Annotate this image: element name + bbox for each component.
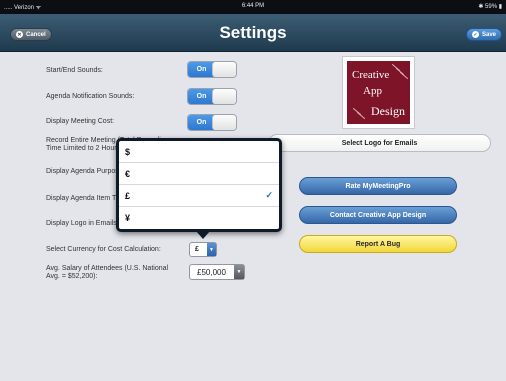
start-end-sounds-label: Start/End Sounds:: [46, 67, 103, 74]
logo-text-line1: Creative: [352, 69, 390, 81]
status-bar: ..... Verizon ᯤ 6:44 PM ✱ 59% ▮: [0, 0, 506, 14]
currency-label: Select Currency for Cost Calculation:: [46, 246, 161, 253]
report-bug-button[interactable]: Report A Bug: [299, 235, 457, 253]
currency-popover: $ € £ ✓ ¥: [116, 138, 282, 232]
currency-option-pound[interactable]: £ ✓: [119, 185, 279, 207]
agenda-notification-sounds-toggle[interactable]: On: [187, 88, 237, 105]
currency-option-label: €: [125, 168, 131, 179]
logo-stripe: [356, 111, 366, 120]
toggle-on-label: On: [188, 115, 215, 130]
salary-label-line1: Avg. Salary of Attendees (U.S. National: [46, 265, 169, 272]
contact-button[interactable]: Contact Creative App Design: [299, 206, 457, 224]
display-logo-email-label: Display Logo in Emails:: [46, 220, 119, 227]
currency-option-euro[interactable]: €: [119, 163, 279, 185]
toggle-knob: [212, 115, 236, 130]
toggle-on-label: On: [188, 89, 215, 104]
agenda-notification-sounds-label: Agenda Notification Sounds:: [46, 93, 135, 100]
company-logo: Creative App Design: [342, 56, 415, 129]
popover-arrow: [196, 231, 210, 239]
salary-label-line2: Avg. = $52,200):: [46, 273, 98, 280]
battery-label: ✱ 59% ▮: [478, 4, 502, 10]
logo-mark: Creative App Design: [347, 61, 410, 124]
logo-text-line3: Design: [371, 104, 405, 118]
currency-option-dollar[interactable]: $: [119, 141, 279, 163]
checkmark-icon: ✓: [471, 31, 479, 38]
currency-option-label: ¥: [125, 213, 131, 223]
currency-option-label: $: [125, 146, 131, 157]
page-title: Settings: [219, 23, 287, 42]
save-button-label: Save: [481, 31, 496, 38]
salary-select[interactable]: £50,000 ▼: [189, 264, 245, 280]
currency-option-label: £: [125, 190, 131, 201]
currency-option-list: $ € £ ✓ ¥: [119, 141, 279, 229]
display-meeting-cost-label: Display Meeting Cost:: [46, 118, 115, 125]
toggle-knob: [212, 89, 236, 104]
logo-text-line2: App: [363, 85, 382, 97]
chevron-down-icon: ▼: [234, 265, 244, 279]
salary-label: Avg. Salary of Attendees (U.S. National …: [46, 265, 168, 281]
save-button[interactable]: ✓ Save: [465, 28, 502, 41]
checkmark-icon: ✓: [265, 190, 273, 200]
navigation-bar: ✕ Cancel Settings ✓ Save: [0, 14, 506, 52]
select-logo-button[interactable]: Select Logo for Emails: [268, 134, 491, 152]
logo-stripe: [399, 71, 409, 80]
toggle-knob: [212, 62, 236, 77]
display-meeting-cost-toggle[interactable]: On: [187, 114, 237, 131]
clock-label: 6:44 PM: [241, 3, 265, 9]
start-end-sounds-toggle[interactable]: On: [187, 61, 237, 78]
display-agenda-purpose-label: Display Agenda Purpose:: [46, 168, 125, 175]
currency-option-yen[interactable]: ¥: [119, 207, 279, 229]
toggle-on-label: On: [188, 62, 215, 77]
chevron-down-icon: ▼: [207, 243, 216, 256]
salary-select-value: £50,000: [197, 268, 226, 277]
rate-app-button[interactable]: Rate MyMeetingPro: [299, 177, 457, 195]
currency-select-value: £: [195, 246, 199, 253]
currency-select[interactable]: £ ▼: [189, 242, 217, 257]
